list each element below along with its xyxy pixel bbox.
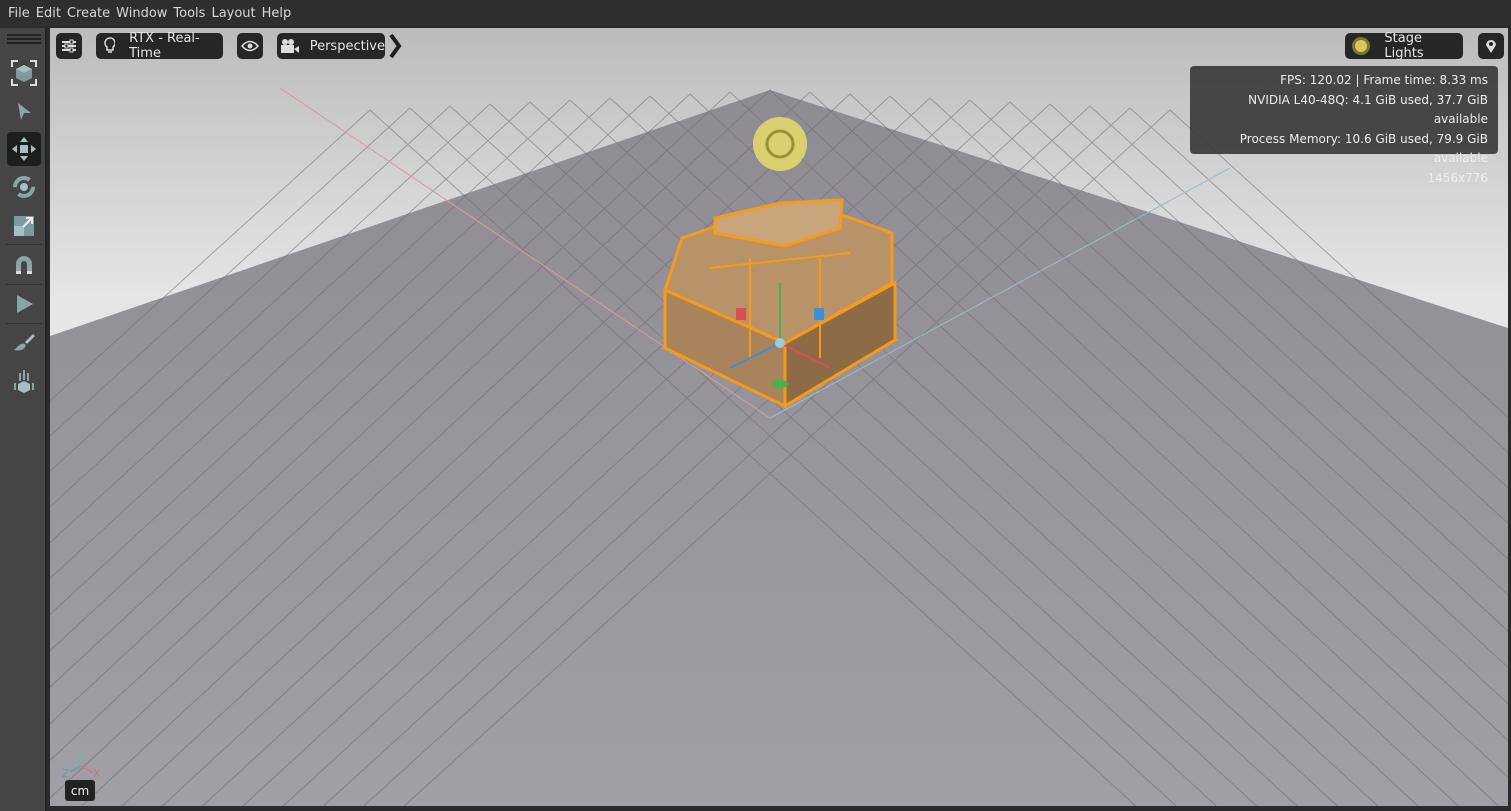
- z-axis-label: Z: [62, 767, 70, 780]
- eye-icon: [241, 40, 259, 52]
- move-tool-button[interactable]: [7, 132, 41, 166]
- render-mode-label: RTX - Real-Time: [129, 31, 200, 61]
- x-axis-label: X: [93, 767, 101, 780]
- frame-icon: [11, 60, 37, 86]
- sun-icon: [1352, 37, 1370, 55]
- menu-bar: File Edit Create Window Tools Layout Hel…: [0, 0, 1511, 26]
- expand-toolbar-button[interactable]: [389, 33, 403, 59]
- select-tool-button[interactable]: [7, 95, 41, 129]
- scale-icon: [14, 216, 34, 236]
- frame-tool-button[interactable]: [7, 56, 41, 90]
- paint-tool-button[interactable]: [7, 326, 41, 360]
- toolbar-grip[interactable]: [7, 34, 41, 44]
- menu-help[interactable]: Help: [262, 6, 292, 21]
- select-icon: [18, 103, 31, 120]
- play-button[interactable]: [7, 287, 41, 321]
- physics-drop-icon: [14, 370, 34, 393]
- snap-icon: [16, 256, 32, 274]
- menu-edit[interactable]: Edit: [36, 6, 61, 21]
- unit-badge[interactable]: cm: [65, 780, 95, 801]
- lightbulb-icon: [104, 37, 116, 53]
- stats-overlay: FPS: 120.02 | Frame time: 8.33 ms NVIDIA…: [1190, 66, 1498, 185]
- menu-file[interactable]: File: [8, 6, 30, 21]
- menu-window[interactable]: Window: [116, 6, 167, 21]
- play-icon: [17, 295, 33, 313]
- gpu-memory-stat: NVIDIA L40-48Q: 4.1 GiB used, 37.7 GiB a…: [1248, 92, 1488, 127]
- chevron-right-icon: [389, 34, 402, 58]
- tool-palette: [0, 28, 47, 811]
- physics-drop-button[interactable]: [7, 364, 41, 398]
- menu-create[interactable]: Create: [67, 6, 110, 21]
- light-gizmo: [753, 117, 807, 171]
- camera-button[interactable]: Perspective: [277, 33, 385, 59]
- stage-lights-button[interactable]: Stage Lights: [1345, 31, 1463, 61]
- rotate-icon: [13, 176, 35, 198]
- sliders-icon: [62, 39, 76, 53]
- menu-layout[interactable]: Layout: [211, 6, 255, 21]
- scale-tool-button[interactable]: [7, 209, 41, 243]
- fps-stat: FPS: 120.02 | Frame time: 8.33 ms: [1280, 73, 1488, 87]
- visibility-button[interactable]: [237, 33, 263, 59]
- location-button[interactable]: [1478, 33, 1504, 59]
- viewport[interactable]: RTX - Real-Time Perspective Stage Lights…: [50, 28, 1508, 806]
- menu-tools[interactable]: Tools: [173, 6, 205, 21]
- paint-icon: [14, 334, 35, 351]
- stage-lights-label: Stage Lights: [1384, 31, 1424, 61]
- camera-icon: [281, 39, 299, 53]
- render-mode-button[interactable]: RTX - Real-Time: [96, 31, 223, 61]
- snap-tool-button[interactable]: [7, 248, 41, 282]
- settings-button[interactable]: [56, 33, 82, 59]
- camera-label: Perspective: [309, 38, 385, 54]
- move-icon: [12, 137, 36, 161]
- process-memory-stat: Process Memory: 10.6 GiB used, 79.9 GiB …: [1239, 131, 1488, 166]
- map-pin-icon: [1486, 40, 1496, 53]
- rotate-tool-button[interactable]: [7, 170, 41, 204]
- resolution-stat: 1456x776: [1427, 170, 1488, 185]
- axis-indicator: Z X: [62, 750, 101, 780]
